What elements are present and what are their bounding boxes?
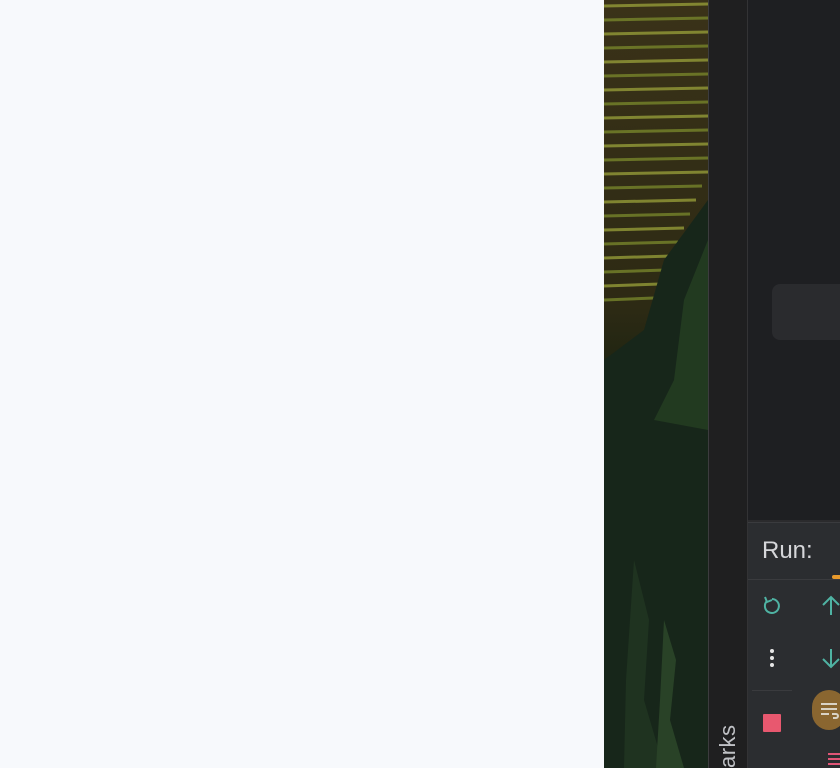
- vineyard-row: [604, 240, 679, 246]
- background-photo: [604, 0, 708, 768]
- soft-wrap-toggle[interactable]: [812, 690, 840, 730]
- vineyard-row: [604, 268, 667, 274]
- vineyard-row: [604, 198, 697, 204]
- vineyard-row: [604, 114, 708, 120]
- toolbar-separator: [752, 690, 792, 691]
- run-panel-header: Run:: [748, 523, 840, 580]
- vineyard-row: [604, 16, 708, 22]
- vineyard-row: [604, 296, 655, 302]
- menu-icon[interactable]: [828, 753, 840, 768]
- vineyard-row: [604, 44, 708, 50]
- arrow-up-icon: [822, 595, 840, 615]
- tool-window-rail: arks: [709, 0, 748, 768]
- vineyard-row: [604, 58, 708, 64]
- bookmarks-tab-label[interactable]: arks: [715, 724, 741, 768]
- vineyard-row: [604, 226, 685, 232]
- scroll-down-button[interactable]: [796, 632, 840, 684]
- vineyard-row: [604, 2, 708, 8]
- vineyard-row: [604, 100, 708, 106]
- more-vertical-icon: [770, 649, 774, 667]
- stop-button[interactable]: [748, 697, 796, 749]
- active-tab-indicator: [832, 575, 840, 579]
- editor-area: [748, 0, 840, 520]
- more-options-button[interactable]: [748, 632, 796, 684]
- vineyard-row: [604, 156, 708, 162]
- vineyard-row: [604, 86, 708, 92]
- blank-page-area: [0, 0, 604, 768]
- soft-wrap-button[interactable]: [796, 684, 840, 736]
- run-toolbar-primary: [748, 580, 796, 749]
- scroll-up-button[interactable]: [796, 580, 840, 632]
- editor-placeholder-box: [772, 284, 840, 340]
- vineyard-row: [604, 142, 708, 148]
- ide-window: arks Run:: [708, 0, 840, 768]
- vineyard-row: [604, 212, 691, 218]
- rerun-button[interactable]: [748, 580, 796, 632]
- vineyard-row: [604, 72, 708, 78]
- vineyard-row: [604, 128, 708, 134]
- soft-wrap-icon: [821, 703, 839, 719]
- rerun-icon: [763, 596, 780, 614]
- vineyard-forest-image: [604, 0, 708, 768]
- vineyard-row: [604, 184, 703, 190]
- stop-icon: [763, 714, 781, 732]
- vineyard-row: [604, 30, 708, 36]
- vineyard-row: [604, 170, 708, 176]
- vineyard-row: [604, 254, 673, 260]
- run-panel-title: Run:: [762, 537, 813, 564]
- run-toolbar-secondary: [796, 580, 840, 736]
- run-panel: Run:: [748, 522, 840, 768]
- vineyard-row: [604, 282, 661, 288]
- arrow-down-icon: [822, 649, 840, 669]
